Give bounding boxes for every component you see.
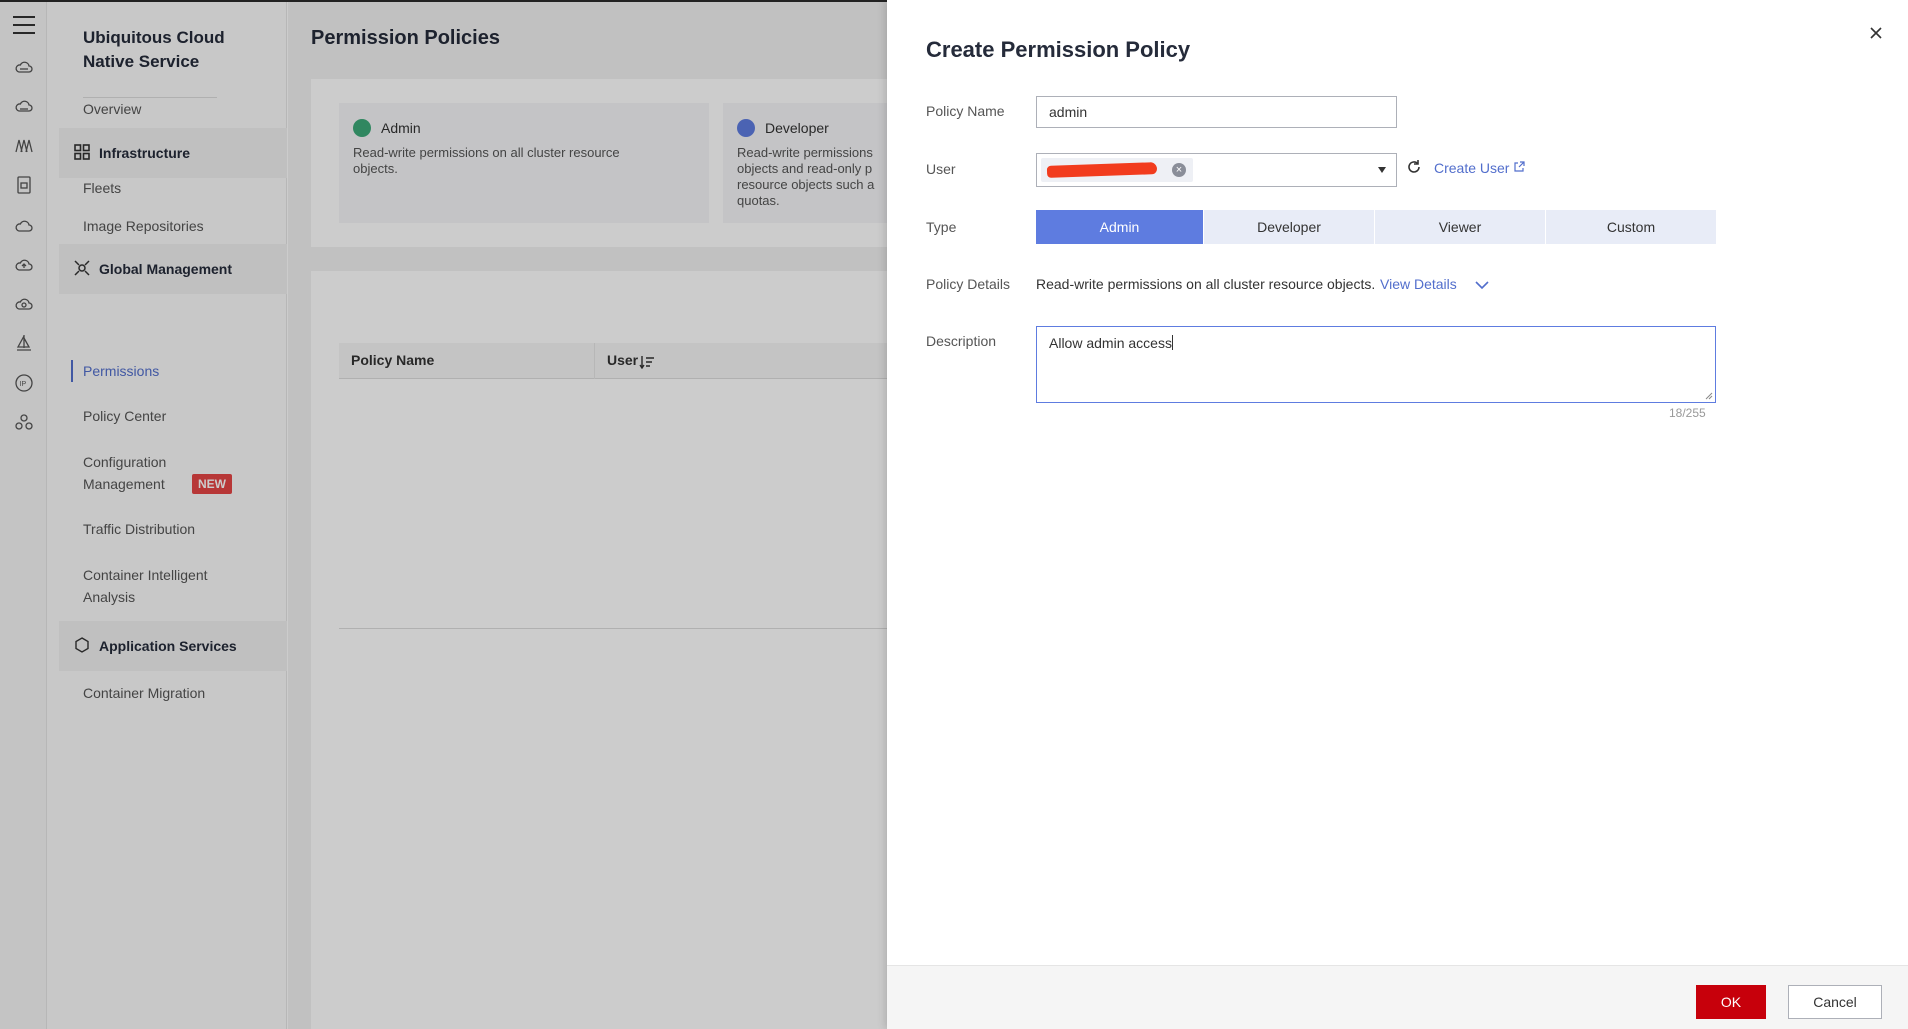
redacted-username xyxy=(1046,162,1158,178)
user-select[interactable]: × xyxy=(1036,153,1397,187)
description-value: Allow admin access xyxy=(1049,335,1172,351)
character-count: 18/255 xyxy=(1669,406,1706,420)
selected-user-tag: × xyxy=(1041,158,1193,182)
type-option-developer[interactable]: Developer xyxy=(1204,210,1374,244)
policy-details-label: Policy Details xyxy=(926,276,1011,292)
remove-tag-icon[interactable]: × xyxy=(1172,163,1186,177)
close-icon[interactable] xyxy=(1867,24,1885,42)
policy-details-text: Read-write permissions on all cluster re… xyxy=(1036,276,1376,292)
drawer-footer: OK Cancel xyxy=(887,965,1908,1029)
refresh-icon[interactable] xyxy=(1405,158,1423,176)
policy-name-label: Policy Name xyxy=(926,103,1005,119)
dropdown-caret-icon[interactable] xyxy=(1378,167,1386,173)
policy-name-input[interactable]: admin xyxy=(1036,96,1397,128)
type-option-admin[interactable]: Admin xyxy=(1036,210,1203,244)
create-user-label: Create User xyxy=(1434,160,1510,176)
drawer-title: Create Permission Policy xyxy=(926,37,1191,62)
modal-overlay[interactable] xyxy=(0,0,887,1029)
type-segmented-control: Admin Developer Viewer Custom xyxy=(1036,210,1717,244)
view-details-link[interactable]: View Details xyxy=(1380,276,1457,292)
user-label: User xyxy=(926,161,956,177)
create-user-link[interactable]: Create User xyxy=(1434,160,1525,176)
text-cursor xyxy=(1171,335,1173,350)
ok-button[interactable]: OK xyxy=(1696,985,1766,1019)
external-link-icon xyxy=(1514,161,1525,172)
cancel-button[interactable]: Cancel xyxy=(1788,985,1882,1019)
description-label: Description xyxy=(926,333,997,349)
chevron-down-icon[interactable] xyxy=(1475,280,1489,290)
type-option-custom[interactable]: Custom xyxy=(1546,210,1716,244)
create-permission-policy-drawer: Create Permission Policy Policy Name adm… xyxy=(887,0,1908,1029)
resize-grip-icon[interactable] xyxy=(1705,392,1713,400)
type-option-viewer[interactable]: Viewer xyxy=(1375,210,1545,244)
type-label: Type xyxy=(926,219,957,235)
description-textarea[interactable]: Allow admin access xyxy=(1036,326,1716,403)
